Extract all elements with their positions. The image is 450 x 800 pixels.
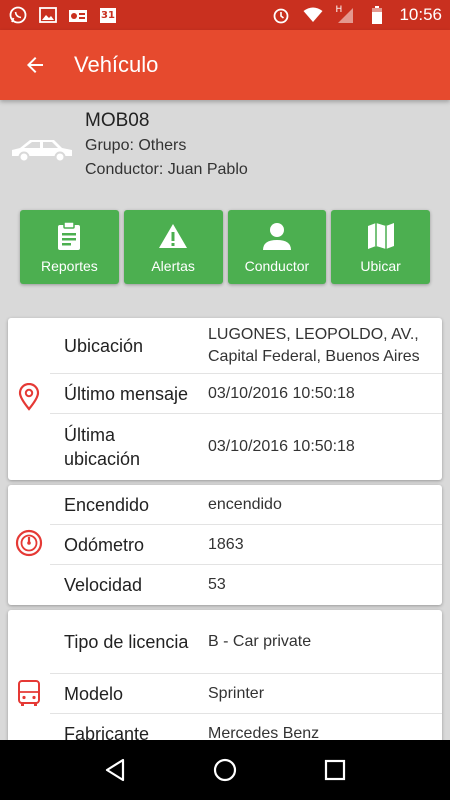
locate-label: Ubicar	[360, 258, 401, 274]
info-row: Encendido encendido	[50, 485, 442, 525]
triangle-back-icon	[105, 758, 125, 782]
vehicle-header: MOB08 Grupo: Others Conductor: Juan Pabl…	[0, 108, 450, 188]
telemetry-card: Encendido encendido Odómetro 1863 Veloci…	[8, 485, 442, 605]
app-bar: Vehículo	[0, 30, 450, 100]
clipboard-icon	[53, 220, 85, 252]
status-bar: 31 H 10:56	[0, 0, 450, 30]
row-value: B - Car private	[208, 632, 312, 650]
square-recents-icon	[324, 759, 346, 781]
row-label: Encendido	[64, 494, 150, 515]
alarm-icon	[271, 6, 291, 24]
nav-back-button[interactable]	[95, 750, 135, 790]
row-value: 03/10/2016 10:50:18	[208, 384, 355, 402]
circle-home-icon	[213, 758, 237, 782]
row-label: Tipo de licencia	[64, 631, 189, 652]
calendar-day: 31	[101, 10, 115, 21]
action-buttons: Reportes Alertas Conductor Ubicar	[20, 210, 430, 284]
driver-label: Conductor	[244, 258, 310, 274]
whatsapp-icon	[8, 6, 28, 24]
bus-icon	[17, 679, 41, 711]
h-label: H	[335, 5, 343, 15]
row-value: Mercedes Benz	[208, 725, 320, 740]
car-icon	[10, 136, 74, 164]
location-pin-icon	[18, 382, 40, 415]
wifi-icon	[303, 6, 323, 24]
row-value: 53	[208, 576, 226, 593]
row-label: Último mensaje	[64, 383, 189, 404]
speedometer-icon	[15, 529, 43, 561]
clock: 10:56	[399, 5, 442, 24]
info-row: Ubicación LUGONES, LEOPOLDO, AV., Capita…	[50, 318, 442, 374]
battery-icon	[367, 6, 387, 24]
calendar-icon: 31	[98, 6, 118, 24]
nav-home-button[interactable]	[205, 750, 245, 790]
person-icon	[261, 220, 293, 252]
row-label: Odómetro	[64, 534, 145, 555]
locate-button[interactable]: Ubicar	[331, 210, 430, 284]
page-title: Vehículo	[74, 52, 159, 77]
system-nav-bar	[0, 740, 450, 800]
h-signal-icon: H	[335, 5, 355, 24]
info-row: Última ubicación 03/10/2016 10:50:18	[50, 414, 442, 480]
main-content: MOB08 Grupo: Others Conductor: Juan Pabl…	[0, 100, 450, 740]
row-label: Velocidad	[64, 575, 143, 595]
row-label: Fabricante	[64, 724, 150, 740]
info-row: Tipo de licencia B - Car private	[50, 610, 442, 674]
vehicle-driver: Conductor: Juan Pablo	[85, 161, 248, 178]
alerts-label: Alertas	[151, 258, 195, 274]
row-label: Última ubicación	[64, 425, 141, 469]
info-row: Modelo Sprinter	[50, 674, 442, 714]
arrow-back-icon	[27, 57, 43, 73]
row-value: 03/10/2016 10:50:18	[208, 438, 355, 455]
row-label: Modelo	[64, 683, 124, 704]
vehicle-group: Grupo: Others	[85, 137, 187, 154]
alerts-button[interactable]: Alertas	[123, 210, 223, 284]
back-button[interactable]	[0, 30, 70, 100]
info-row: Fabricante Mercedes Benz	[50, 714, 442, 740]
info-row: Velocidad 53	[50, 565, 442, 605]
image-icon	[38, 6, 58, 24]
row-value: 1863	[208, 535, 244, 553]
nav-recents-button[interactable]	[315, 750, 355, 790]
info-row: Odómetro 1863	[50, 525, 442, 565]
driver-button[interactable]: Conductor	[227, 210, 327, 284]
radio-icon	[68, 6, 88, 24]
row-value: Sprinter	[208, 684, 265, 702]
vehicle-code: MOB08	[85, 110, 150, 131]
reports-label: Reportes	[40, 258, 98, 274]
reports-button[interactable]: Reportes	[20, 210, 119, 284]
warning-icon	[157, 220, 189, 252]
location-card: Ubicación LUGONES, LEOPOLDO, AV., Capita…	[8, 318, 442, 480]
vehicle-info-card: Tipo de licencia B - Car private Modelo …	[8, 610, 442, 740]
row-value: encendido	[208, 495, 282, 513]
map-icon	[365, 220, 397, 252]
row-label: Ubicación	[64, 335, 144, 356]
row-value: LUGONES, LEOPOLDO, AV., Capital Federal,…	[208, 325, 420, 365]
info-row: Último mensaje 03/10/2016 10:50:18	[50, 374, 442, 414]
